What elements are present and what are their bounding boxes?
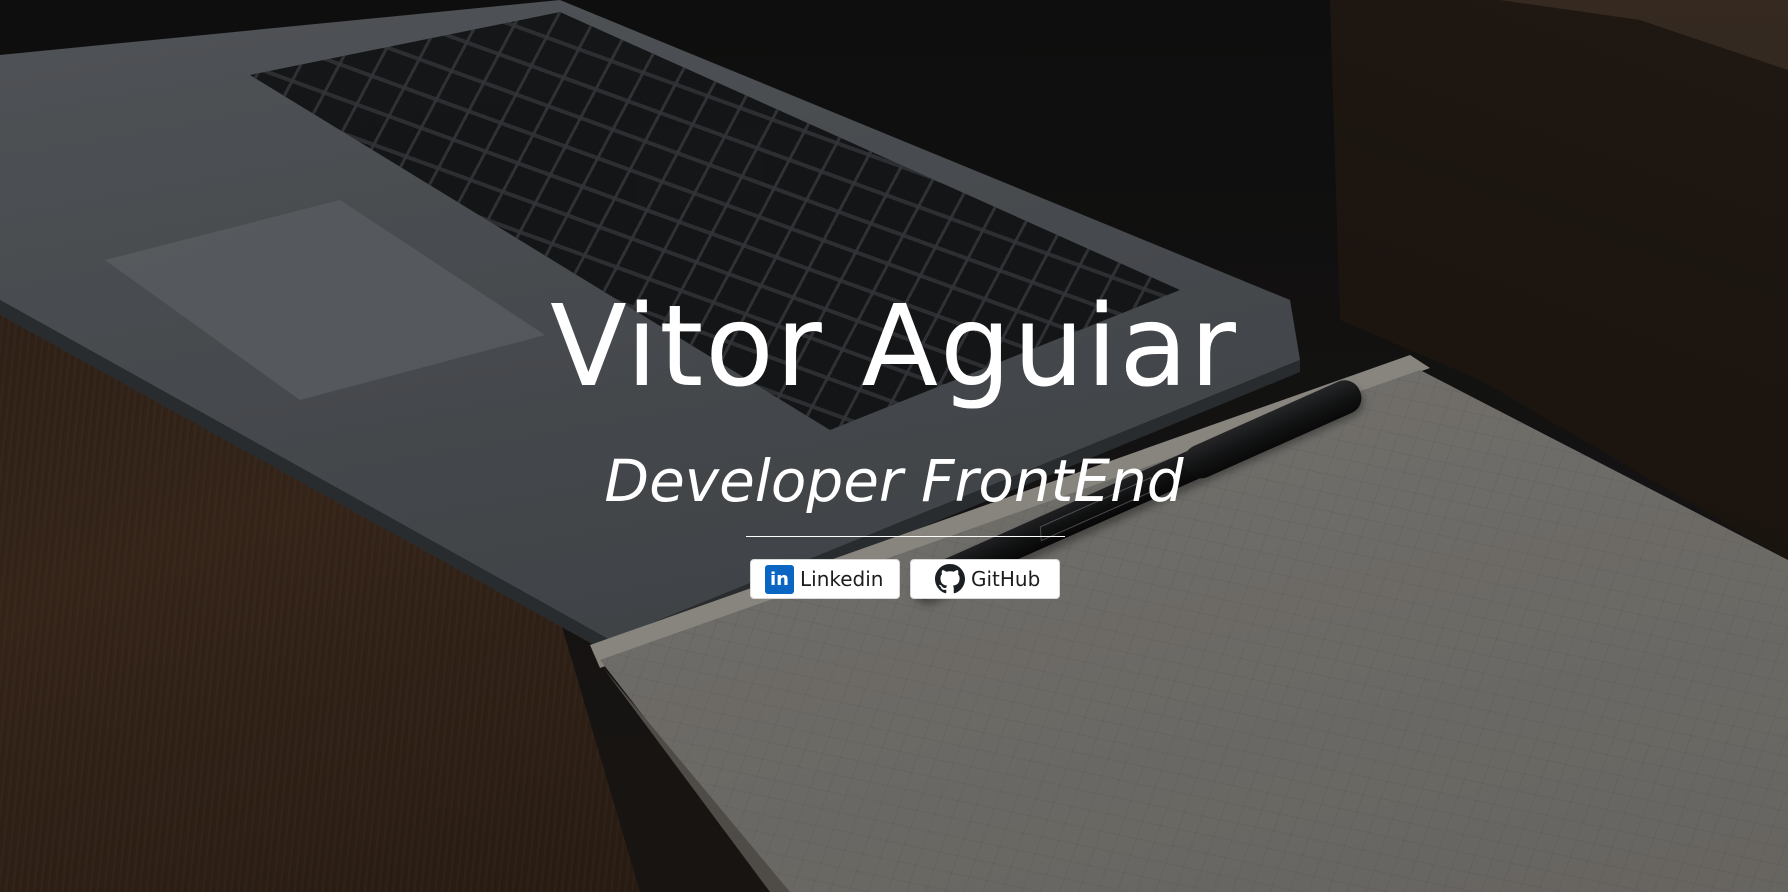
hero-role: Developer FrontEnd: [604, 447, 1184, 515]
hero-name: Vitor Aguiar: [550, 282, 1238, 412]
github-button[interactable]: GitHub: [910, 559, 1060, 599]
github-label: GitHub: [971, 567, 1041, 591]
social-links: in Linkedin GitHub: [750, 559, 1060, 599]
linkedin-icon: in: [765, 564, 794, 594]
hero-divider: [746, 536, 1065, 537]
hero-section: Vitor Aguiar Developer FrontEnd in Linke…: [0, 0, 1788, 892]
linkedin-label: Linkedin: [800, 567, 884, 591]
linkedin-button[interactable]: in Linkedin: [750, 559, 900, 599]
github-icon: [935, 564, 965, 594]
